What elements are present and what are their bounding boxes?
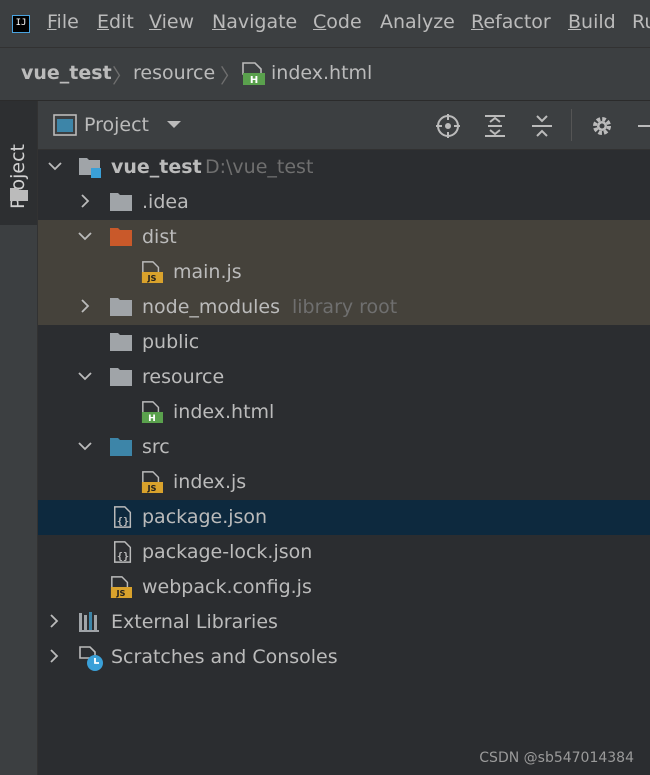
menu-edit[interactable]: Edit: [97, 11, 134, 33]
chevron-down-icon[interactable]: [78, 439, 92, 453]
html-file-icon: H: [141, 401, 163, 423]
breadcrumb: vue_test 〉 resource 〉 H index.html: [0, 48, 650, 101]
tree-label: package-lock.json: [142, 541, 313, 563]
chevron-down-icon[interactable]: [78, 369, 92, 383]
intellij-app-icon[interactable]: IJ: [12, 15, 30, 33]
tree-label: External Libraries: [111, 611, 278, 633]
tree-node-package-lock-json[interactable]: {} package-lock.json: [38, 535, 650, 570]
folder-icon: [110, 333, 132, 351]
js-badge-text: JS: [146, 483, 156, 493]
js-badge-text: JS: [115, 588, 125, 598]
chevron-right-icon[interactable]: [78, 299, 92, 313]
chevron-down-icon[interactable]: [78, 229, 92, 243]
tree-hint: D:\vue_test: [205, 156, 314, 178]
project-panel-header: Project: [38, 101, 650, 150]
project-tool-window-tab[interactable]: Project: [0, 101, 37, 225]
js-badge-text: JS: [146, 273, 156, 283]
tree-label: dist: [142, 226, 177, 248]
html-badge-text: H: [148, 413, 156, 423]
excluded-folder-icon: [110, 228, 132, 246]
json-file-icon: {}: [114, 541, 132, 563]
tree-node-dist[interactable]: dist: [38, 220, 650, 255]
tree-label: public: [142, 331, 200, 353]
watermark: CSDN @sb547014384: [479, 750, 634, 766]
tree-label: index.js: [173, 471, 247, 493]
tree-node-idea[interactable]: .idea: [38, 185, 650, 220]
tree-label: vue_test: [111, 156, 202, 178]
tree-label: src: [142, 436, 170, 458]
breadcrumb-item-resource[interactable]: resource: [133, 62, 215, 84]
collapse-all-icon[interactable]: [529, 113, 555, 139]
gear-icon[interactable]: [589, 113, 615, 139]
menu-build[interactable]: Build: [568, 11, 616, 33]
toolbar-divider: [571, 109, 572, 141]
tree-node-package-json[interactable]: {} package.json: [38, 500, 650, 535]
menu-file[interactable]: File: [47, 11, 79, 33]
tree-label: main.js: [173, 261, 242, 283]
js-file-icon: JS: [141, 261, 163, 283]
chevron-right-icon[interactable]: [47, 614, 61, 628]
tree-label: Scratches and Consoles: [111, 646, 338, 668]
tree-node-index-js[interactable]: JS index.js: [38, 465, 650, 500]
tree-label: resource: [142, 366, 225, 388]
locate-icon[interactable]: [435, 113, 461, 139]
folder-icon: [110, 298, 132, 316]
expand-all-icon[interactable]: [482, 113, 508, 139]
menu-navigate[interactable]: Navigate: [212, 11, 297, 33]
chevron-right-icon: 〉: [112, 64, 132, 88]
js-file-icon: JS: [141, 471, 163, 493]
json-file-icon: {}: [114, 506, 132, 528]
breadcrumb-item-vue-test[interactable]: vue_test: [21, 62, 112, 84]
tree-label: package.json: [142, 506, 268, 528]
chevron-down-icon[interactable]: [48, 159, 62, 173]
chevron-down-icon[interactable]: [166, 119, 182, 131]
source-folder-icon: [110, 438, 132, 456]
tree-node-src[interactable]: src: [38, 430, 650, 465]
tree-label: .idea: [142, 191, 189, 213]
html-badge-text: H: [250, 75, 258, 85]
menu-analyze[interactable]: Analyze: [380, 11, 455, 33]
tree-hint: library root: [292, 296, 398, 318]
menu-run[interactable]: Ru: [632, 11, 650, 33]
tree-node-index-html[interactable]: H index.html: [38, 395, 650, 430]
tree-node-resource[interactable]: resource: [38, 360, 650, 395]
tree-node-node-modules[interactable]: node_modules library root: [38, 290, 650, 325]
folder-icon: [110, 193, 132, 211]
svg-text:{}: {}: [117, 551, 129, 562]
scratches-icon: [79, 646, 103, 671]
menu-bar: IJ File Edit View Navigate Code Analyze …: [0, 0, 650, 48]
panel-title[interactable]: Project: [84, 114, 149, 136]
tree-label: node_modules: [142, 296, 281, 318]
tree-node-scratches-and-consoles[interactable]: Scratches and Consoles: [38, 640, 650, 675]
chevron-right-icon[interactable]: [78, 194, 92, 208]
menu-refactor[interactable]: Refactor: [471, 11, 551, 33]
project-view-icon: [53, 114, 77, 136]
menu-view[interactable]: View: [149, 11, 194, 33]
folder-icon: [10, 188, 28, 201]
breadcrumb-item-index-html[interactable]: index.html: [271, 62, 372, 84]
tree-node-main-js[interactable]: JS main.js: [38, 255, 650, 290]
html-file-icon: H: [242, 62, 265, 85]
js-file-icon: JS: [110, 576, 132, 598]
tree-label: index.html: [173, 401, 275, 423]
menu-code[interactable]: Code: [313, 11, 362, 33]
tree-node-public[interactable]: public: [38, 325, 650, 360]
chevron-right-icon[interactable]: [47, 649, 61, 663]
chevron-right-icon: 〉: [220, 64, 240, 88]
project-tree: vue_test D:\vue_test .idea dist JS main.…: [38, 150, 650, 775]
tree-label: webpack.config.js: [142, 576, 312, 598]
library-icon: [79, 612, 99, 632]
svg-text:{}: {}: [117, 516, 129, 527]
left-tool-strip: Project: [0, 101, 38, 775]
minimize-icon[interactable]: [638, 125, 650, 127]
folder-icon: [110, 368, 132, 386]
tree-node-vue-test[interactable]: vue_test D:\vue_test: [38, 150, 650, 185]
tree-node-external-libraries[interactable]: External Libraries: [38, 605, 650, 640]
module-folder-icon: [79, 158, 101, 178]
tree-node-webpack-config-js[interactable]: JS webpack.config.js: [38, 570, 650, 605]
